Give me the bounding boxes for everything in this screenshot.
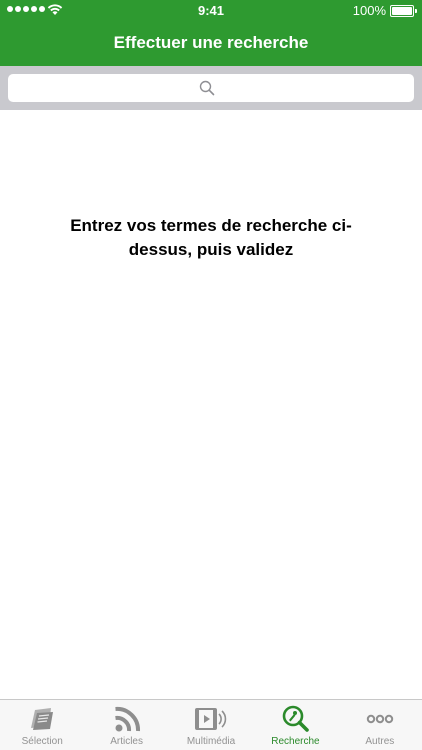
- page-title: Effectuer une recherche: [113, 33, 309, 52]
- empty-state-message: Entrez vos termes de recherche ci-dessus…: [70, 216, 352, 259]
- battery-icon: [390, 5, 417, 17]
- tab-label: Recherche: [271, 736, 320, 747]
- battery-percentage: 100%: [352, 3, 386, 18]
- rss-icon: [114, 706, 140, 732]
- tab-label: Articles: [110, 736, 143, 747]
- film-icon: [195, 708, 227, 730]
- magnifier-icon: [283, 705, 310, 732]
- search-input[interactable]: [8, 74, 414, 102]
- search-bar: [0, 66, 422, 110]
- tab-label: Autres: [365, 736, 395, 747]
- tab-label: Multimédia: [186, 736, 236, 747]
- tab-recherche[interactable]: Recherche: [253, 700, 337, 750]
- status-bar: 9:41 100%: [0, 0, 422, 22]
- tab-bar: Sélection Articles Multimédia Recherche: [0, 699, 422, 750]
- more-dots-icon: [366, 714, 394, 724]
- tab-articles[interactable]: Articles: [84, 700, 168, 750]
- tab-multimedia[interactable]: Multimédia: [169, 700, 253, 750]
- tab-label: Sélection: [21, 736, 63, 747]
- tab-autres[interactable]: Autres: [338, 700, 422, 750]
- newspaper-icon: [31, 708, 54, 730]
- header-bar: 9:41 100% Effectuer une recherche: [0, 0, 422, 66]
- tab-selection[interactable]: Sélection: [0, 700, 84, 750]
